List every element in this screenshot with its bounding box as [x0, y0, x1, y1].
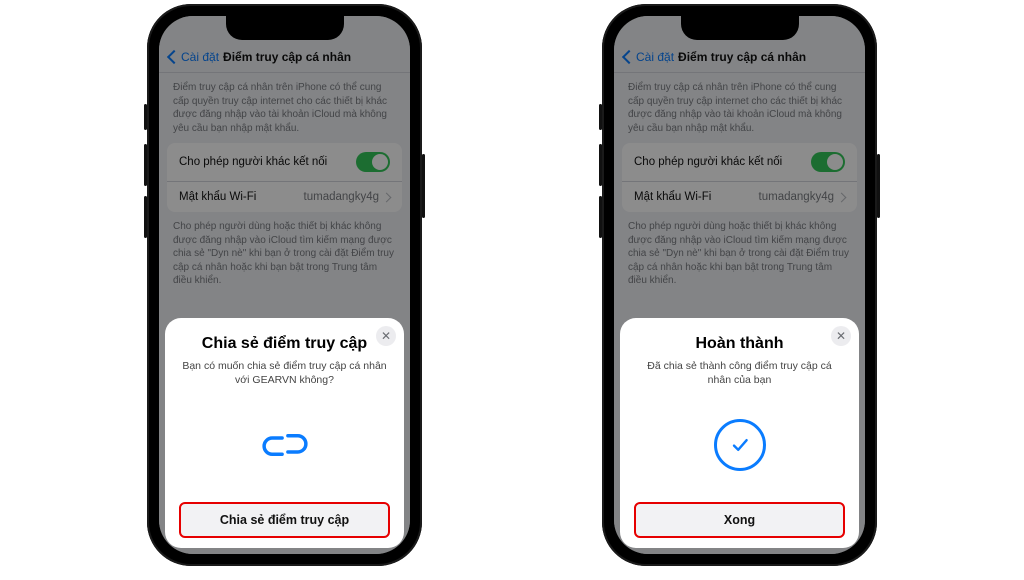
- sheet-title: Chia sẻ điểm truy cập: [202, 334, 367, 353]
- side-button: [144, 144, 147, 186]
- side-button: [599, 144, 602, 186]
- sheet-icon-zone: [714, 398, 766, 492]
- share-sheet: ✕ Chia sẻ điểm truy cập Bạn có muốn chia…: [165, 318, 404, 548]
- side-button: [422, 154, 425, 218]
- sheet-title: Hoàn thành: [696, 334, 784, 353]
- side-button: [599, 196, 602, 238]
- phone-frame-right: Cài đặt Điểm truy cập cá nhân Điểm truy …: [602, 4, 877, 566]
- side-button: [877, 154, 880, 218]
- stage: Cài đặt Điểm truy cập cá nhân Điểm truy …: [0, 0, 1024, 580]
- notch: [681, 16, 799, 40]
- notch: [226, 16, 344, 40]
- close-icon: ✕: [836, 330, 846, 342]
- share-hotspot-button[interactable]: Chia sẻ điểm truy cập: [179, 502, 390, 538]
- close-button[interactable]: ✕: [831, 326, 851, 346]
- sheet-icon-zone: [256, 398, 314, 492]
- side-button: [599, 104, 602, 130]
- sheet-subtitle: Đã chia sẻ thành công điểm truy cập cá n…: [635, 359, 845, 387]
- sheet-subtitle: Bạn có muốn chia sẻ điểm truy cập cá nhâ…: [180, 359, 390, 387]
- side-button: [144, 196, 147, 238]
- side-button: [144, 104, 147, 130]
- checkmark-circle-icon: [714, 419, 766, 471]
- phone-frame-left: Cài đặt Điểm truy cập cá nhân Điểm truy …: [147, 4, 422, 566]
- screen: Cài đặt Điểm truy cập cá nhân Điểm truy …: [159, 16, 410, 554]
- close-icon: ✕: [381, 330, 391, 342]
- link-icon: [256, 426, 314, 464]
- done-sheet: ✕ Hoàn thành Đã chia sẻ thành công điểm …: [620, 318, 859, 548]
- screen: Cài đặt Điểm truy cập cá nhân Điểm truy …: [614, 16, 865, 554]
- done-button[interactable]: Xong: [634, 502, 845, 538]
- close-button[interactable]: ✕: [376, 326, 396, 346]
